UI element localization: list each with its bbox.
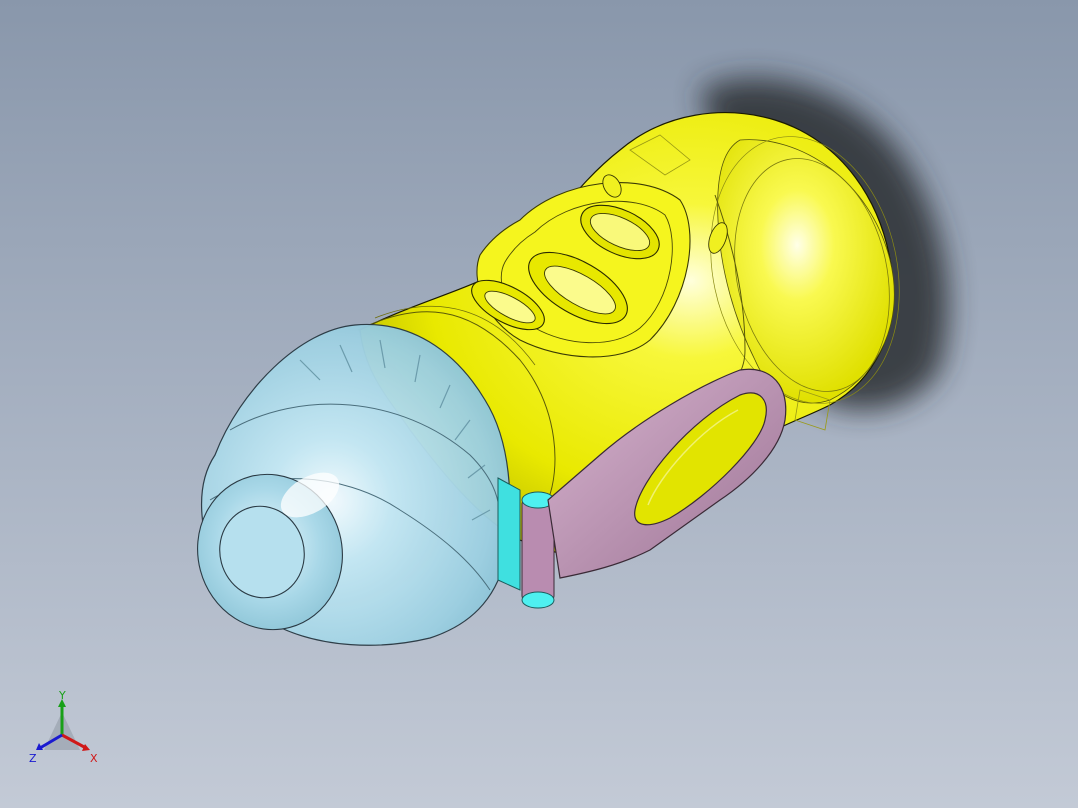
graphics-viewport[interactable]: Y X Z — [0, 0, 1078, 808]
bottle-cap[interactable] — [180, 323, 511, 646]
z-axis-label: Z — [29, 752, 37, 765]
x-axis-label: X — [90, 752, 98, 765]
orientation-triad[interactable]: Y X Z — [22, 690, 112, 770]
y-axis-label: Y — [58, 690, 66, 702]
model-scene[interactable] — [0, 0, 1078, 808]
cap-hinge[interactable] — [497, 477, 555, 609]
